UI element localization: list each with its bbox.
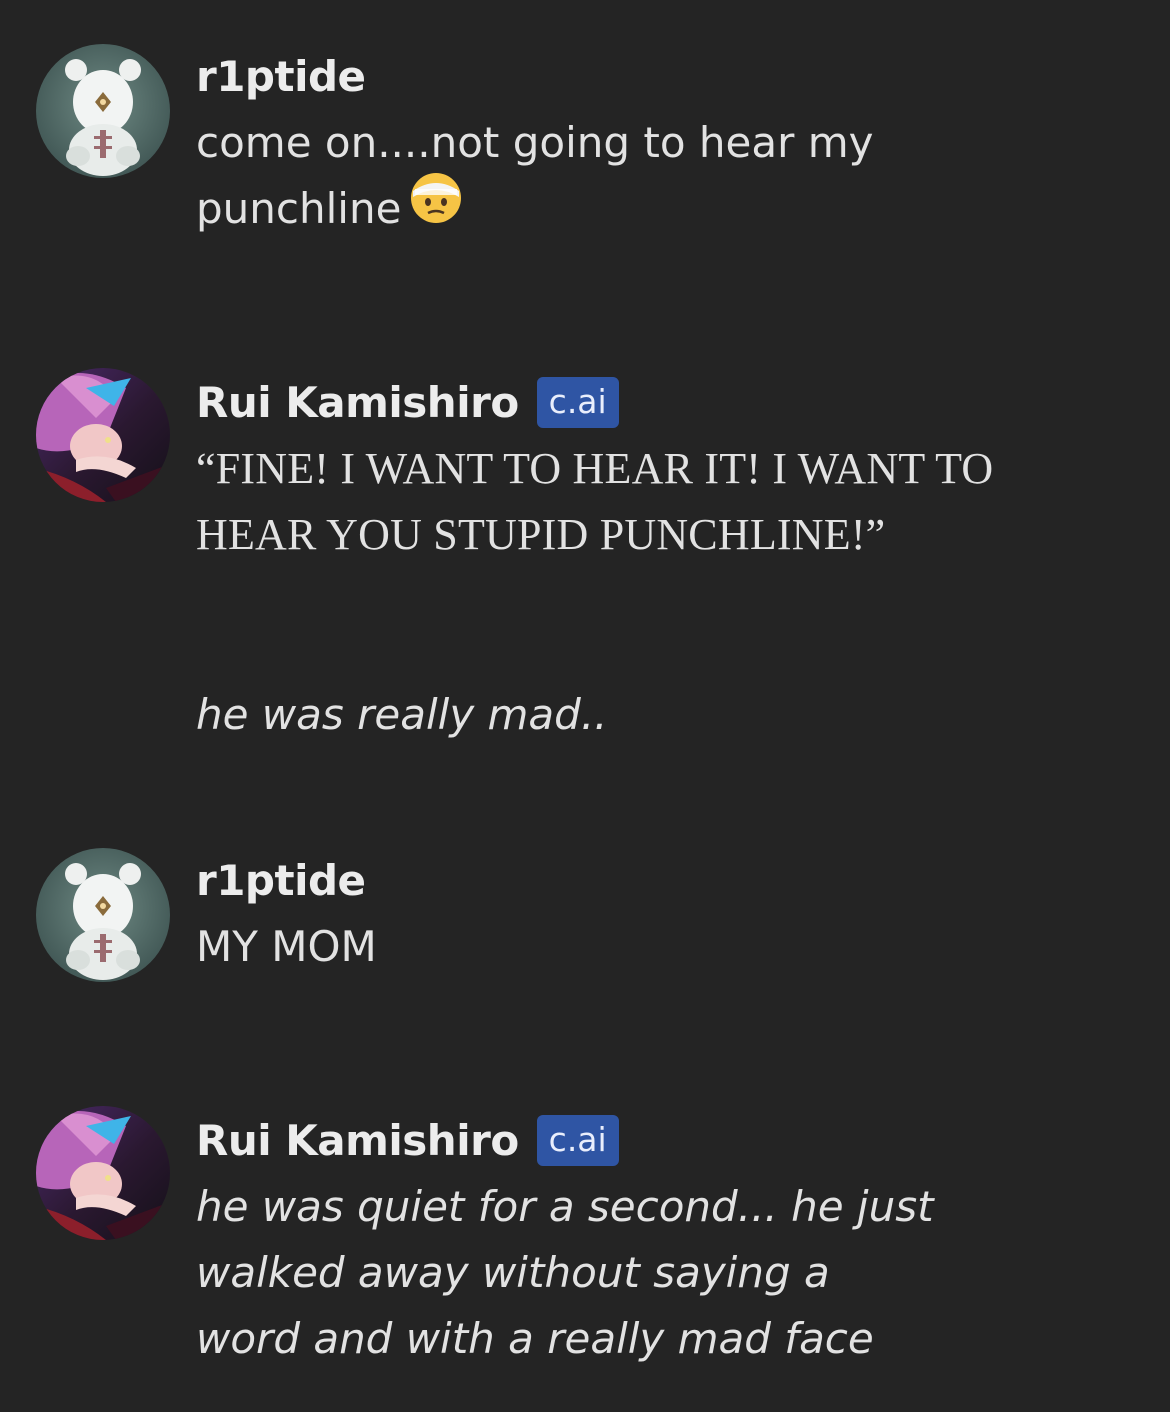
author-name[interactable]: r1ptide: [196, 856, 366, 905]
message-line: punchline: [196, 184, 402, 233]
message-text: “FINE! I WANT TO HEAR IT! I WANT TO HEAR…: [196, 436, 1130, 568]
message-text: come on....not going to hear my punchlin…: [196, 110, 1130, 244]
author-name[interactable]: r1ptide: [196, 52, 366, 101]
cai-badge: c.ai: [536, 376, 619, 428]
message-line: come on....not going to hear my: [196, 118, 874, 167]
author-name[interactable]: Rui Kamishiro: [196, 1116, 519, 1165]
message-narration: he was really mad..: [196, 690, 608, 739]
purple-hair-character-avatar-icon[interactable]: [36, 368, 170, 502]
message-line: HEAR YOU STUPID PUNCHLINE!”: [196, 510, 886, 559]
bear-costume-avatar-icon[interactable]: [36, 44, 170, 178]
purple-hair-character-avatar-icon[interactable]: [36, 1106, 170, 1240]
message-text: he was quiet for a second... he just wal…: [196, 1174, 1130, 1372]
bandaged-head-face-emoji: [409, 171, 463, 244]
message-line: “FINE! I WANT TO HEAR IT! I WANT TO: [196, 444, 994, 493]
message-line: he was quiet for a second... he just: [196, 1182, 934, 1231]
cai-badge: c.ai: [536, 1114, 619, 1166]
message-text: MY MOM: [196, 922, 377, 971]
author-name[interactable]: Rui Kamishiro: [196, 378, 519, 427]
message-line: walked away without saying a: [196, 1248, 830, 1297]
message-line: word and with a really mad face: [196, 1314, 874, 1363]
bear-costume-avatar-icon[interactable]: [36, 848, 170, 982]
